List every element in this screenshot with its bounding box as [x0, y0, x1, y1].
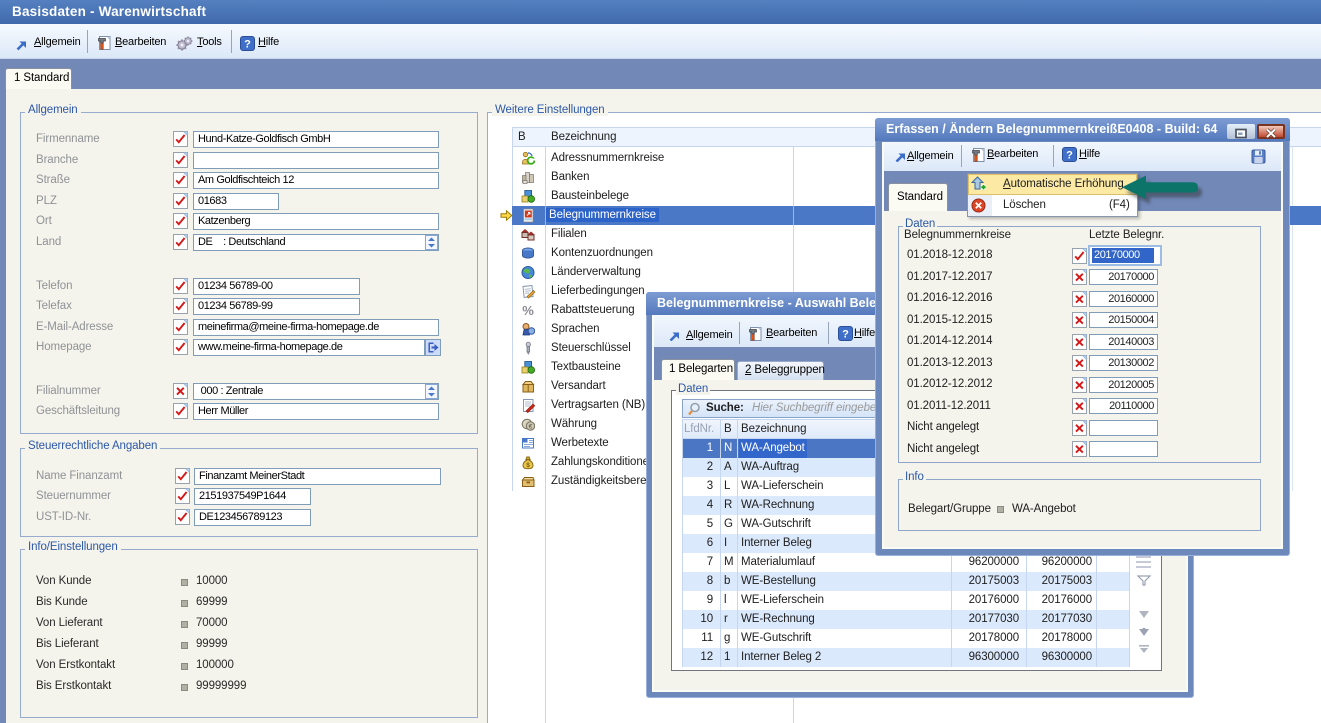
svg-text:?: ?: [244, 39, 251, 51]
svg-text:%: %: [522, 303, 534, 318]
svg-text:?: ?: [842, 329, 849, 341]
svg-text:?: ?: [1066, 150, 1073, 162]
svg-text:€: €: [529, 424, 533, 431]
svg-text:$: $: [526, 462, 530, 469]
